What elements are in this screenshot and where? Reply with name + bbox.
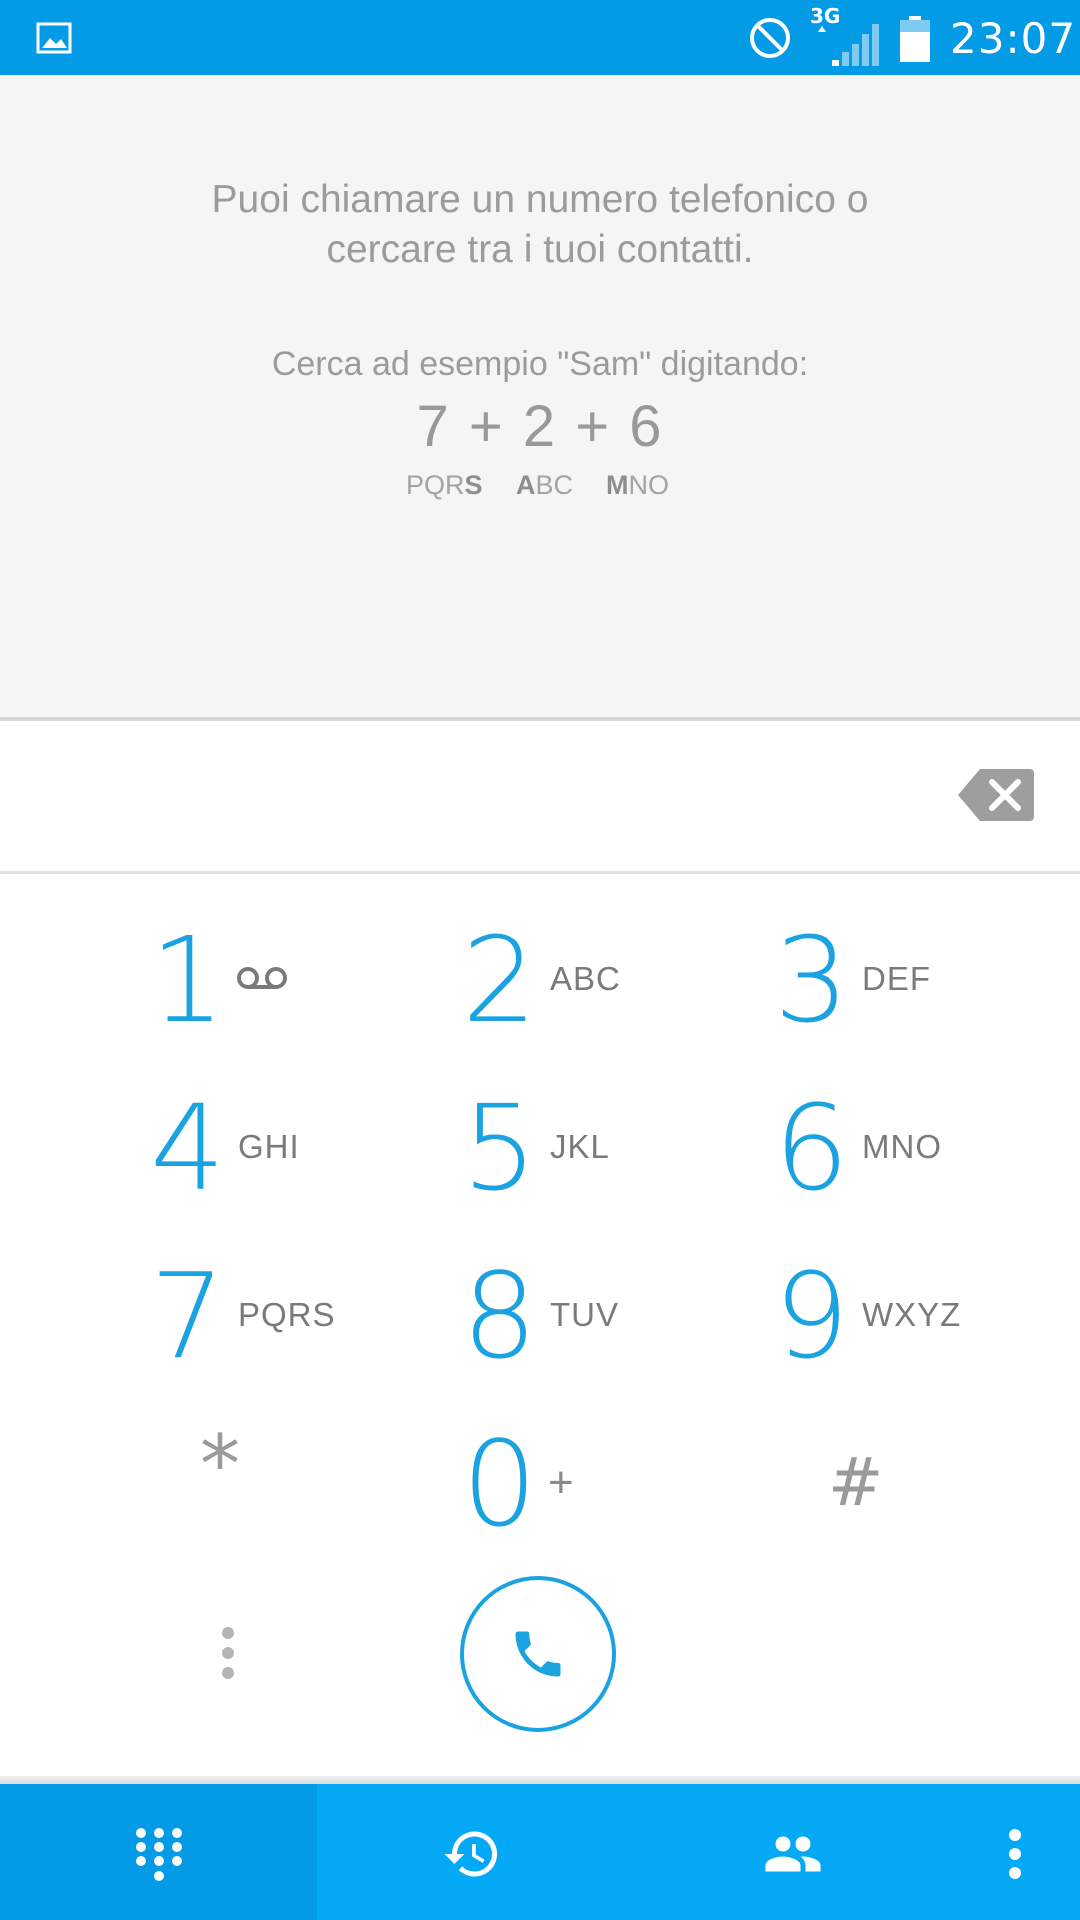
call-button[interactable] (460, 1576, 616, 1732)
gallery-icon (36, 22, 72, 54)
phone-number-input[interactable] (40, 751, 924, 843)
tab-dialpad[interactable] (0, 1784, 317, 1920)
dialpad-overflow-icon[interactable] (218, 1625, 238, 1681)
key-digit: 7 (150, 1247, 226, 1385)
tab-history[interactable] (317, 1784, 634, 1920)
backspace-icon[interactable] (958, 767, 1034, 823)
key-hash[interactable]: # (828, 1444, 883, 1521)
hint-digits: 7 + 2 + 6 (416, 394, 664, 459)
key-letters: PQRS (238, 1296, 336, 1333)
clock: 23:07 (950, 14, 1077, 63)
hint-letters-2: ABC (516, 470, 574, 500)
contacts-icon (765, 1836, 821, 1872)
key-digit: 0 (462, 1415, 538, 1553)
no-disturb-icon (750, 18, 790, 58)
key-4[interactable]: 4 GHI (150, 1078, 350, 1218)
key-7[interactable]: 7 PQRS (150, 1246, 350, 1386)
key-9[interactable]: 9 WXYZ (774, 1246, 974, 1386)
hint-letters-6: MNO (606, 470, 669, 500)
signal-icon (818, 24, 879, 66)
bottom-tab-bar (0, 1784, 1080, 1920)
key-2[interactable]: 2 ABC (462, 910, 662, 1050)
key-digit: 8 (462, 1247, 538, 1385)
battery-icon (900, 16, 930, 62)
hint-line-1: Puoi chiamare un numero telefonico o (211, 178, 869, 221)
key-digit: 1 (150, 911, 226, 1049)
hint-line-2: cercare tra i tuoi contatti. (326, 228, 754, 271)
status-bar: 3G 23:07 (0, 0, 1080, 75)
key-digit: 3 (774, 911, 850, 1049)
number-entry-row (0, 721, 1080, 871)
key-letters: ABC (550, 960, 621, 997)
key-3[interactable]: 3 DEF (774, 910, 974, 1050)
key-digit: 9 (774, 1247, 850, 1385)
tab-overflow-menu[interactable] (951, 1784, 1080, 1920)
key-6[interactable]: 6 MNO (774, 1078, 974, 1218)
key-letters: JKL (550, 1128, 610, 1165)
key-1[interactable]: 1 (150, 910, 350, 1050)
key-digit: 2 (462, 911, 538, 1049)
voicemail-icon (237, 967, 287, 989)
key-8[interactable]: 8 TUV (462, 1246, 662, 1386)
key-letters: WXYZ (862, 1296, 962, 1333)
key-letters: + (548, 1458, 575, 1507)
dialpad-icon (136, 1828, 182, 1881)
key-letters: GHI (238, 1128, 300, 1165)
history-icon (444, 1831, 498, 1877)
key-0[interactable]: 0 + (462, 1414, 662, 1554)
divider (0, 1776, 1080, 1784)
key-letters: TUV (550, 1296, 619, 1333)
search-hint-panel: Puoi chiamare un numero telefonico o cer… (0, 75, 1080, 717)
hint-message: Puoi chiamare un numero telefonico o cer… (140, 175, 940, 275)
overflow-menu-icon (1009, 1829, 1021, 1879)
key-5[interactable]: 5 JKL (462, 1078, 662, 1218)
key-star[interactable]: * (200, 1418, 240, 1511)
tab-contacts[interactable] (634, 1784, 951, 1920)
phone-icon (515, 1631, 561, 1677)
key-digit: 6 (774, 1079, 850, 1217)
hint-letters-7: PQRS (406, 470, 483, 500)
key-digit: 4 (150, 1079, 226, 1217)
divider (0, 871, 1080, 874)
key-letters: MNO (862, 1128, 942, 1165)
hint-example: Cerca ad esempio "Sam" digitando: (271, 345, 809, 383)
key-digit: 5 (462, 1079, 538, 1217)
key-letters: DEF (862, 960, 931, 997)
